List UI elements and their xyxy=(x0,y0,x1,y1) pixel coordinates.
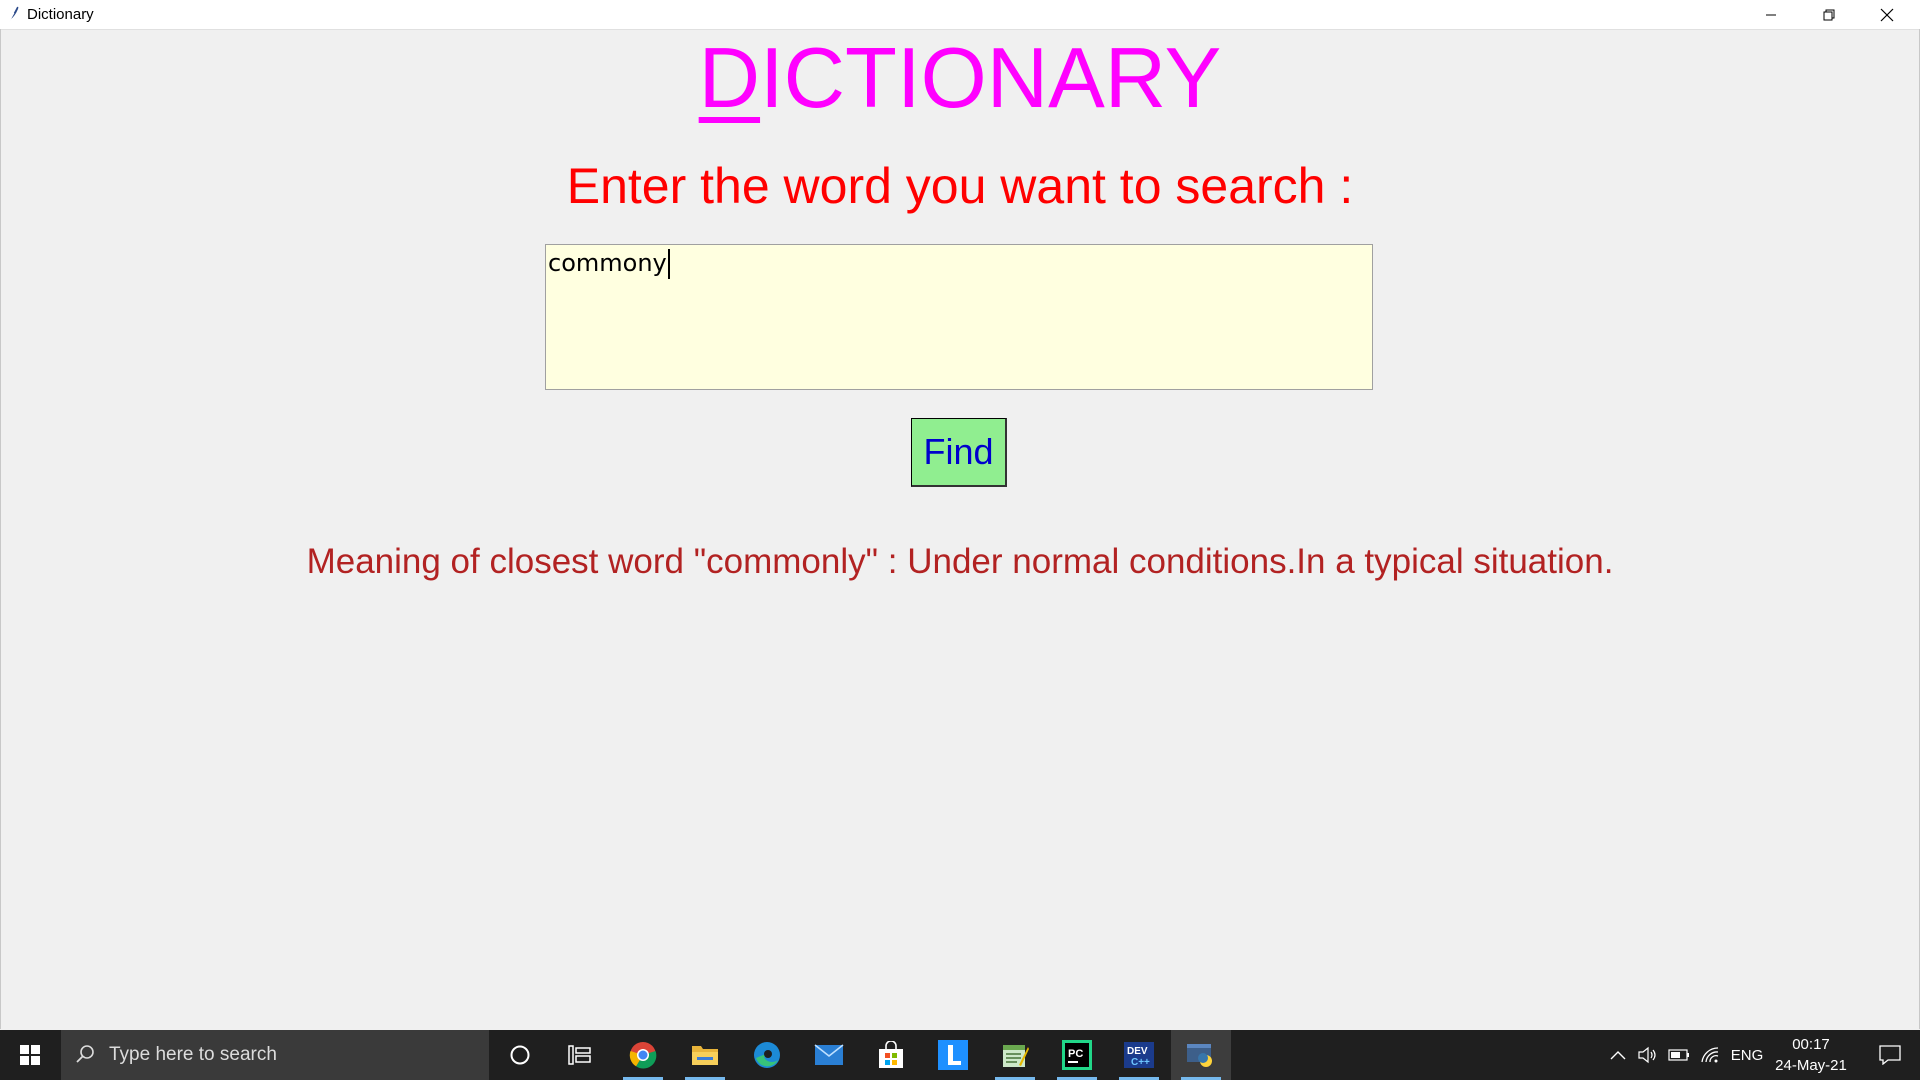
edge-icon xyxy=(754,1042,780,1068)
taskbar-store[interactable] xyxy=(861,1030,921,1080)
clock-date: 24-May-21 xyxy=(1775,1057,1847,1074)
taskbar-mail[interactable] xyxy=(799,1030,859,1080)
search-prompt-label: Enter the word you want to search : xyxy=(566,158,1354,214)
find-button[interactable]: Find xyxy=(911,418,1007,487)
battery-icon xyxy=(1668,1049,1689,1061)
notepad-icon xyxy=(1003,1045,1029,1067)
window-title-bar: Dictionary xyxy=(0,0,1920,30)
chrome-icon xyxy=(629,1042,657,1069)
notification-icon xyxy=(1879,1045,1901,1065)
taskbar-file-explorer[interactable] xyxy=(675,1030,735,1080)
action-center-button[interactable] xyxy=(1866,1030,1914,1080)
show-hidden-icons-button[interactable] xyxy=(1605,1030,1631,1080)
dev-cpp-icon: DEV C++ xyxy=(1124,1042,1154,1068)
task-view-icon xyxy=(568,1045,591,1065)
chevron-up-icon xyxy=(1610,1051,1626,1060)
minimize-button[interactable] xyxy=(1742,0,1800,29)
minimize-icon xyxy=(1766,14,1776,15)
text-cursor xyxy=(667,249,670,279)
volume-icon xyxy=(1638,1046,1656,1064)
file-explorer-icon xyxy=(692,1046,718,1065)
svg-text:C++: C++ xyxy=(1131,1057,1150,1068)
battery-button[interactable] xyxy=(1665,1030,1693,1080)
l-app-icon xyxy=(938,1040,968,1070)
word-input[interactable]: commony xyxy=(545,244,1373,390)
task-view-button[interactable] xyxy=(550,1030,610,1080)
windows-logo-icon xyxy=(20,1045,40,1065)
start-button[interactable] xyxy=(0,1030,60,1080)
restore-icon xyxy=(1823,9,1835,20)
taskbar-chrome[interactable] xyxy=(613,1030,673,1080)
search-icon xyxy=(76,1045,94,1063)
taskbar-search-box[interactable]: Type here to search xyxy=(61,1030,489,1080)
volume-button[interactable] xyxy=(1635,1030,1661,1080)
python-icon xyxy=(1187,1044,1212,1067)
heading-rest: ICTIONARY xyxy=(760,31,1222,126)
app-heading: DICTIONARY xyxy=(0,34,1920,124)
cortana-icon xyxy=(510,1045,530,1065)
network-button[interactable] xyxy=(1697,1030,1723,1080)
taskbar-l-app[interactable] xyxy=(923,1030,983,1080)
restore-button[interactable] xyxy=(1800,0,1858,29)
search-placeholder: Type here to search xyxy=(109,1044,277,1065)
cortana-button[interactable] xyxy=(490,1030,550,1080)
taskbar-dev-cpp[interactable]: DEV C++ xyxy=(1109,1030,1169,1080)
mail-icon xyxy=(814,1044,844,1065)
word-input-value: commony xyxy=(548,249,667,277)
close-button[interactable] xyxy=(1858,0,1916,29)
feather-icon xyxy=(8,6,19,23)
svg-text:PC: PC xyxy=(1068,1048,1083,1060)
taskbar-edge[interactable] xyxy=(737,1030,797,1080)
taskbar-notepad[interactable] xyxy=(985,1030,1045,1080)
window-title: Dictionary xyxy=(27,6,94,23)
taskbar-pycharm[interactable]: PC xyxy=(1047,1030,1107,1080)
language-indicator[interactable]: ENG xyxy=(1728,1030,1766,1080)
pycharm-icon: PC xyxy=(1062,1040,1092,1070)
meaning-result-label: Meaning of closest word "commonly" : Und… xyxy=(306,542,1614,581)
heading-underlined-letter: D xyxy=(698,31,761,126)
store-icon xyxy=(879,1041,903,1068)
clock[interactable]: 00:17 24-May-21 xyxy=(1762,1034,1860,1076)
taskbar-python[interactable] xyxy=(1171,1030,1231,1080)
taskbar: Type here to search PC DEV C++ ENG 00:17… xyxy=(0,1030,1920,1080)
close-icon xyxy=(1880,8,1894,21)
clock-time: 00:17 xyxy=(1792,1036,1830,1053)
svg-text:DEV: DEV xyxy=(1127,1046,1148,1057)
wifi-icon xyxy=(1701,1047,1719,1063)
